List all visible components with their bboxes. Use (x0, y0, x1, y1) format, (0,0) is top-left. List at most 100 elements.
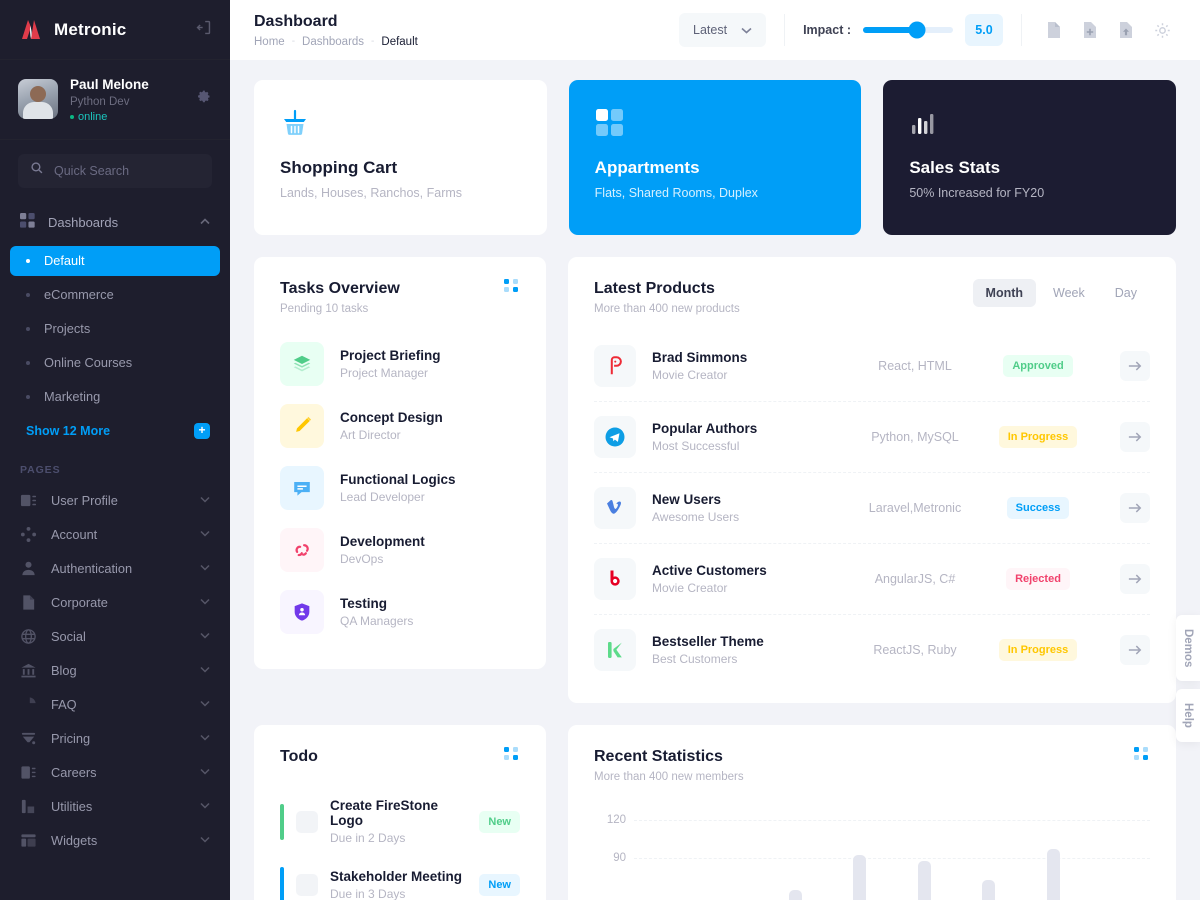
product-name: Active Customers (652, 563, 767, 578)
sidebar-item-marketing[interactable]: Marketing (10, 382, 220, 412)
bars-icon (909, 108, 1150, 140)
brightness-icon[interactable] (1148, 16, 1176, 44)
card-appartments[interactable]: Appartments Flats, Shared Rooms, Duplex (568, 80, 862, 235)
arrow-right-icon[interactable] (1120, 493, 1150, 523)
arrow-right-icon[interactable] (1120, 422, 1150, 452)
impact-slider[interactable] (863, 21, 953, 39)
sidebar-item-ecommerce[interactable]: eCommerce (10, 280, 220, 310)
sidebar-item-user-profile[interactable]: User Profile (10, 484, 220, 518)
breadcrumb-home[interactable]: Home (254, 36, 285, 48)
task-role: QA Managers (340, 614, 414, 628)
sidebar-item-default[interactable]: Default (10, 245, 220, 276)
list-item[interactable]: Project Briefing Project Manager (280, 333, 520, 395)
sidebar-item-blog[interactable]: Blog (10, 654, 220, 688)
card-shopping-cart[interactable]: Shopping Cart Lands, Houses, Ranchos, Fa… (254, 80, 547, 235)
todo-column: Todo Create FireStone Logo Due in 2 Days… (254, 725, 546, 900)
latest-products-card: Latest Products More than 400 new produc… (568, 257, 1176, 703)
search-input[interactable] (54, 163, 200, 178)
todo-checkbox[interactable] (296, 810, 318, 833)
list-item[interactable]: Testing QA Managers (280, 581, 520, 643)
header-titles: Dashboard Home - Dashboards - Default (254, 12, 418, 47)
chart-bar[interactable] (1046, 848, 1060, 900)
products-card-header: Latest Products More than 400 new produc… (568, 257, 1176, 329)
table-row[interactable]: Brad Simmons Movie Creator React, HTML A… (594, 331, 1150, 402)
dots-grid-icon[interactable] (504, 747, 520, 766)
bottom-row: Todo Create FireStone Logo Due in 2 Days… (254, 725, 1176, 900)
tab-month[interactable]: Month (972, 279, 1037, 307)
sidebar-item-dashboards[interactable]: Dashboards (10, 206, 220, 240)
list-item[interactable]: Development DevOps (280, 519, 520, 581)
chart-bar[interactable] (917, 861, 931, 900)
arrow-right-icon[interactable] (1120, 351, 1150, 381)
bar-icon (20, 798, 37, 815)
sidebar-item-online-courses[interactable]: Online Courses (10, 348, 220, 378)
chart-bar[interactable] (853, 855, 867, 900)
sidebar-item-widgets[interactable]: Widgets (10, 824, 220, 858)
sidebar-item-projects[interactable]: Projects (10, 314, 220, 344)
show-more-button[interactable]: Show 12 More + (10, 416, 220, 446)
sidebar-item-authentication[interactable]: Authentication (10, 552, 220, 586)
list-item[interactable]: Stakeholder Meeting Due in 3 Days New (280, 856, 520, 900)
tab-week[interactable]: Week (1040, 279, 1098, 307)
sidebar-item-label: Utilities (51, 799, 93, 815)
list-item[interactable]: Concept Design Art Director (280, 395, 520, 457)
latest-select[interactable]: Latest (679, 13, 767, 47)
recent-statistics-card: Recent Statistics More than 400 new memb… (568, 725, 1176, 900)
chart-bar-slot (634, 811, 699, 900)
metronic-logo-icon (18, 17, 44, 43)
sidebar-item-corporate[interactable]: Corporate (10, 586, 220, 620)
chart-bar[interactable] (982, 880, 996, 900)
file-upload-icon[interactable] (1112, 16, 1140, 44)
impact-slider-knob[interactable] (908, 21, 926, 39)
product-name: Brad Simmons (652, 350, 748, 365)
breadcrumb-dashboards[interactable]: Dashboards (302, 36, 364, 48)
brand-header: Metronic (0, 0, 230, 60)
search-box[interactable] (18, 153, 212, 188)
table-row[interactable]: Active Customers Movie Creator AngularJS… (594, 544, 1150, 615)
table-row[interactable]: New Users Awesome Users Laravel,Metronic… (594, 473, 1150, 544)
dots-grid-icon[interactable] (504, 279, 520, 298)
card-sales-stats[interactable]: Sales Stats 50% Increased for FY20 (883, 80, 1177, 235)
sidebar-item-pricing[interactable]: Pricing (10, 722, 220, 756)
arrow-right-icon[interactable] (1120, 635, 1150, 665)
todo-due: Due in 3 Days (330, 887, 406, 900)
sidebar-item-faq[interactable]: FAQ (10, 688, 220, 722)
table-row[interactable]: Bestseller Theme Best Customers ReactJS,… (594, 615, 1150, 685)
funnel-icon (20, 730, 37, 747)
chart-plot: 90 120 (607, 801, 1150, 900)
sidebar-item-account[interactable]: Account (10, 518, 220, 552)
brand-name: Metronic (54, 19, 127, 39)
file-icon[interactable] (1040, 16, 1068, 44)
status-dot-icon (70, 114, 74, 119)
file-add-icon[interactable] (1076, 16, 1104, 44)
plus-icon[interactable]: + (194, 422, 210, 439)
sidebar-item-careers[interactable]: Careers (10, 756, 220, 790)
dots-grid-icon[interactable] (1134, 747, 1150, 766)
side-tab-demos[interactable]: Demos (1176, 615, 1200, 682)
chart-bar[interactable] (788, 890, 802, 900)
table-row[interactable]: Popular Authors Most Successful Python, … (594, 402, 1150, 473)
sidebar-item-utilities[interactable]: Utilities (10, 790, 220, 824)
sidebar-toggle-icon[interactable] (195, 19, 212, 41)
chart-bar-slot (1021, 811, 1086, 900)
chart-bar-slot (763, 811, 828, 900)
document-icon (20, 594, 37, 611)
header-icon-buttons (1040, 16, 1176, 44)
bullet-icon (26, 360, 30, 365)
todo-checkbox[interactable] (296, 874, 318, 896)
list-item[interactable]: Create FireStone Logo Due in 2 Days New (280, 787, 520, 856)
tab-day[interactable]: Day (1102, 279, 1150, 307)
list-item[interactable]: Functional Logics Lead Developer (280, 457, 520, 519)
card-title: Sales Stats (909, 158, 1001, 177)
gear-icon[interactable] (197, 89, 212, 109)
side-tab-help[interactable]: Help (1176, 689, 1200, 743)
sidebar-item-label: Pricing (51, 731, 91, 747)
task-name: Concept Design (340, 410, 443, 425)
arrow-right-icon[interactable] (1120, 564, 1150, 594)
status-badge: Approved (1003, 355, 1073, 377)
main-area: Dashboard Home - Dashboards - Default La… (230, 0, 1200, 900)
sidebar-item-label: Blog (51, 663, 77, 679)
card-subtitle: Lands, Houses, Ranchos, Farms (280, 186, 463, 201)
status-badge: online (70, 111, 149, 123)
sidebar-item-social[interactable]: Social (10, 620, 220, 654)
